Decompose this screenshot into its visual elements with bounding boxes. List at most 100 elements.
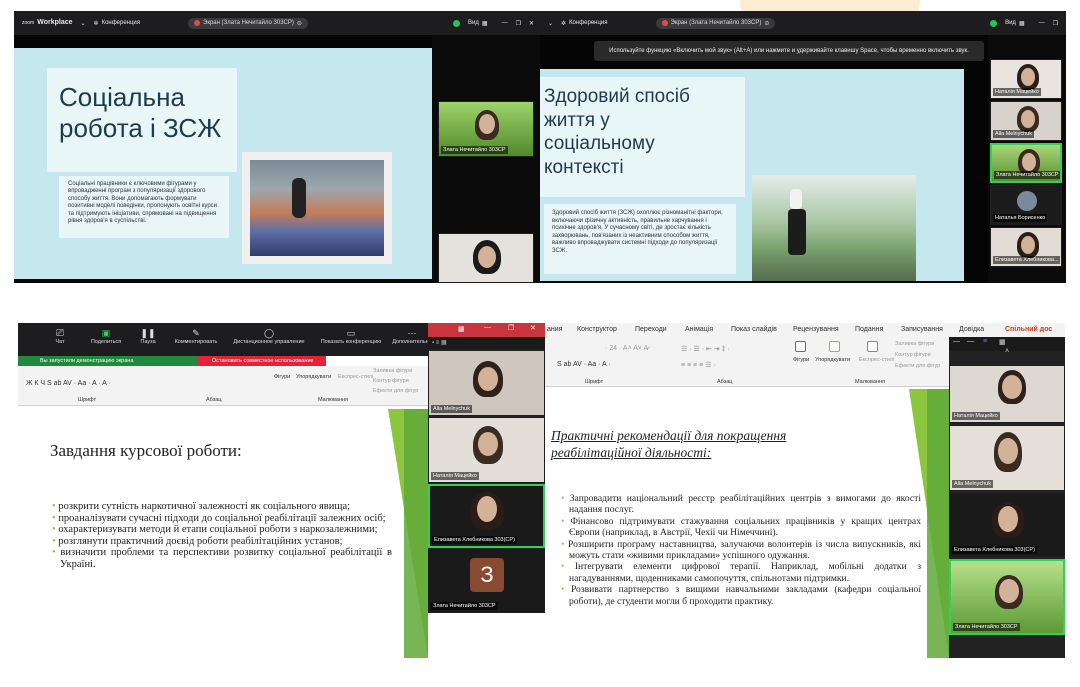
shapes-button[interactable]: Фігури: [274, 374, 290, 380]
toolbar-chat[interactable]: ⎚ Чат: [48, 328, 72, 345]
zoom-gallery-window: ▦ — ❐ ✕ ▪ ≡ ▦ Alla Melnychuk Наталія Мац…: [428, 323, 545, 613]
menu-tab[interactable]: Показ слайдів: [731, 326, 777, 333]
participant-tile[interactable]: Alla Melnychuk: [949, 425, 1065, 491]
participant-name: Alla Melnychuk: [952, 480, 993, 488]
grid-icon[interactable]: ▦: [999, 338, 1006, 346]
participant-tile[interactable]: З Злата Нечитайло 303СР: [428, 549, 545, 613]
menu-tab[interactable]: Довідка: [959, 326, 984, 333]
menu-tab[interactable]: Конструктор: [577, 326, 617, 333]
chevron-down-icon[interactable]: ⌄: [81, 20, 86, 27]
close-icon[interactable]: ✕: [530, 324, 536, 332]
participant-face: [1022, 153, 1036, 171]
shape-outline-button[interactable]: Контур фігури: [373, 378, 409, 384]
menu-tab[interactable]: Рецензування: [793, 326, 839, 333]
slide: Завдання курсової роботи: • розкрити сут…: [18, 409, 428, 658]
menu-tab-share[interactable]: Спільний дос: [1005, 326, 1052, 333]
ribbon-group-font: Шрифт: [78, 397, 97, 403]
toolbar-show-conference[interactable]: ▭ Показать конференцию: [316, 328, 386, 345]
view-icon[interactable]: ≡: [983, 338, 987, 345]
security-shield-icon[interactable]: [990, 19, 998, 27]
quick-styles-button[interactable]: Експрес-стилі: [859, 357, 894, 363]
shape-fill-button[interactable]: Заливка фігури: [373, 368, 412, 374]
stop-sharing-button[interactable]: Остановить совместное использование: [198, 356, 326, 366]
toolbar-pause[interactable]: ❚❚ Пауза: [136, 328, 160, 345]
menu-tab[interactable]: Подання: [855, 326, 883, 333]
screen-share-pill[interactable]: Экран (Злата Нечитайло 303СР) ⊝: [655, 17, 776, 29]
paragraph-controls[interactable]: ☰ · ☰ · ⇤ ⇥ ‡ ·: [681, 345, 730, 353]
participant-name: Наталья Борисенко: [993, 214, 1048, 222]
shape-effects-button[interactable]: Ефекти для фігур: [895, 363, 940, 369]
participant-tile[interactable]: Елизавета Хлебникова 303(СР): [949, 493, 1065, 557]
toolbar-share[interactable]: ▣ Поделиться: [88, 328, 124, 345]
quick-styles-icon: [867, 341, 878, 352]
menu-tab[interactable]: Записування: [901, 326, 943, 333]
restore-icon[interactable]: ❐: [516, 20, 521, 27]
shape-outline-button[interactable]: Контур фігури: [895, 352, 931, 358]
slide-title: Соціальна робота і ЗСЖ: [59, 82, 222, 143]
toolbar-remote-control[interactable]: ◯ Дистанционное управление: [228, 328, 310, 345]
font-controls[interactable]: Ж К Ч S ab AV · Aa · A · A ·: [26, 380, 111, 387]
participant-tile[interactable]: Наталія Мацейко: [990, 59, 1062, 99]
conference-menu[interactable]: ✲ Конференция: [94, 20, 140, 27]
more-icon: ⊝: [296, 20, 302, 27]
security-shield-icon[interactable]: [453, 19, 461, 27]
ribbon-menu: ания Конструктор Переходи Анімація Показ…: [545, 323, 1065, 337]
font-controls[interactable]: S ab AV · Aa · A ·: [557, 361, 611, 368]
shapes-button[interactable]: Фігури: [793, 357, 809, 363]
shape-fill-button[interactable]: Заливка фігури: [895, 341, 934, 347]
participant-tile[interactable]: Елизавета Хлебникова...: [990, 227, 1062, 267]
pause-icon: ❚❚: [140, 328, 156, 338]
minimize-icon[interactable]: —: [1039, 20, 1045, 26]
chevron-up-icon[interactable]: ˄: [1005, 348, 1009, 355]
conference-menu[interactable]: ✲ Конференция: [561, 20, 607, 27]
participant-tile[interactable]: Наталія Мацейко: [949, 365, 1065, 423]
chevron-down-icon[interactable]: ⌄: [548, 20, 553, 27]
gallery-subbar: ▪ ≡ ▦: [428, 337, 545, 349]
gear-icon: ✲: [561, 20, 567, 27]
share-icon: ▣: [101, 328, 111, 338]
participant-tile-active[interactable]: Злата Нечитайло 303СР: [990, 143, 1062, 183]
shared-screen: Соціальна робота і ЗСЖ Соціальні працівн…: [14, 35, 432, 283]
menu-tab[interactable]: Анімація: [685, 326, 713, 333]
zoom-share-toolbar: ⎚ Чат ▣ Поделиться ❚❚ Пауза ✎ Комментировать…: [18, 323, 432, 356]
quick-styles-button[interactable]: Експрес-стилі: [338, 374, 373, 380]
toolbar-more[interactable]: ⋯ Дополнительно: [392, 328, 432, 345]
slide-title-box: Соціальна робота і ЗСЖ: [47, 68, 237, 172]
participant-tile-2[interactable]: [438, 233, 534, 283]
slide-title-line: реабілітаційної діяльності:: [551, 445, 712, 460]
close-icon[interactable]: ✕: [529, 20, 534, 27]
font-size-controls[interactable]: · 24 · A˄ A˅ A̷: [605, 345, 648, 352]
arrange-button[interactable]: Упорядкувати: [815, 357, 850, 363]
zoom-logo: zoom Workplace: [22, 19, 73, 26]
participant-tile-active[interactable]: Елизавета Хлебникова 303(СР): [428, 484, 545, 548]
minimize-icon[interactable]: —: [484, 324, 491, 331]
restore-icon[interactable]: ❐: [1053, 20, 1058, 27]
participant-tile[interactable]: Alla Melnychuk: [990, 101, 1062, 141]
minimize-icon[interactable]: —: [953, 338, 960, 345]
view-button[interactable]: Вид ▦: [468, 20, 488, 27]
list-item: • Фінансово підтримувати стажування соці…: [561, 515, 921, 539]
participant-tile-active[interactable]: Злата Нечитайло 303СР: [949, 559, 1065, 635]
participant-tile[interactable]: Alla Melnychuk: [428, 350, 545, 416]
view-button[interactable]: Вид ▦: [1005, 20, 1025, 27]
minimize-icon[interactable]: —: [502, 20, 508, 26]
participant-tile[interactable]: Наталья Борисенко: [990, 185, 1062, 225]
slide-photo: [242, 152, 392, 264]
participant-face: [998, 506, 1018, 532]
shape-effects-button[interactable]: Ефекти для фігур: [373, 388, 418, 394]
window-icon: ▭: [346, 328, 356, 338]
menu-tab[interactable]: ания: [547, 326, 562, 333]
restore-icon[interactable]: —: [967, 338, 974, 345]
view-icon[interactable]: ▦: [458, 325, 465, 333]
participant-tile[interactable]: Злата Нечитайло 303СР: [438, 101, 534, 157]
screen-share-pill[interactable]: Экран (Злата Нечитайло 303СР) ⊝: [188, 17, 308, 29]
more-icon: ⊝: [764, 20, 770, 27]
arrange-button[interactable]: Упорядкувати: [296, 374, 331, 380]
restore-icon[interactable]: ❐: [508, 324, 514, 332]
toolbar-annotate[interactable]: ✎ Комментировать: [174, 328, 218, 345]
menu-tab[interactable]: Переходи: [635, 326, 667, 333]
align-controls[interactable]: ≡ ≡ ≡ ≡ ☰ ·: [681, 361, 716, 369]
list-item: • розглянути практичний доєвід роботи ре…: [52, 535, 343, 547]
participant-tile[interactable]: Наталія Мацейко: [428, 417, 545, 483]
list-item: • проаналізувати сучасні підходи до соці…: [52, 512, 386, 524]
